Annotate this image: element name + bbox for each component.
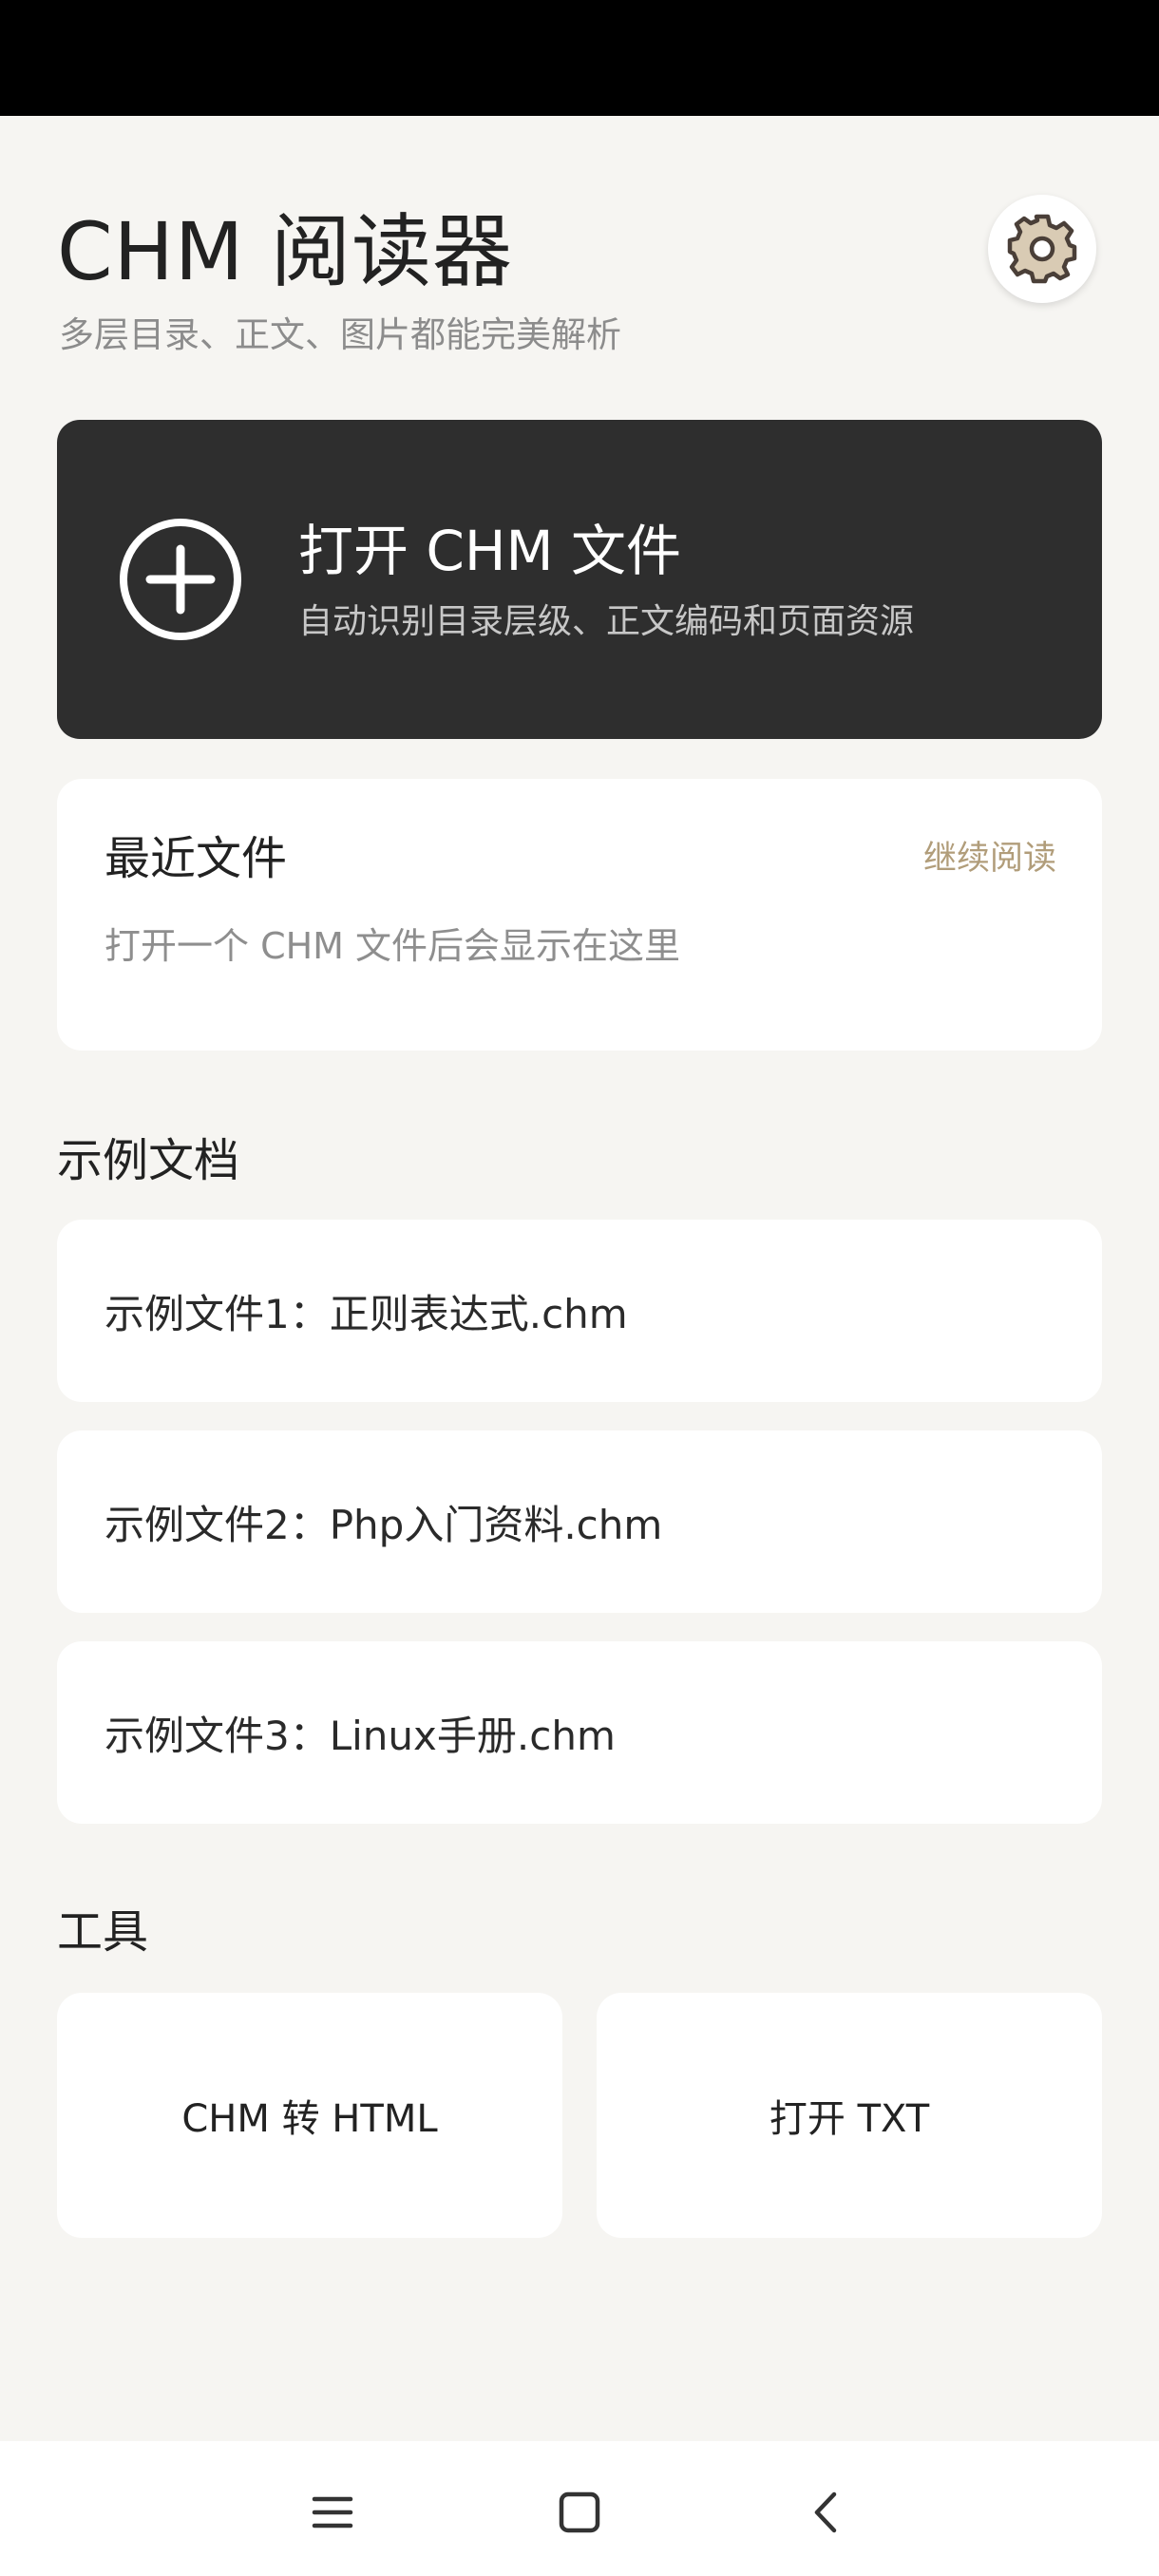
open-card-subtitle: 自动识别目录层级、正文编码和页面资源 (298, 602, 915, 641)
continue-reading-link[interactable]: 继续阅读 (923, 836, 1056, 881)
samples-section-title: 示例文档 (57, 1134, 240, 1187)
home-button[interactable] (537, 2470, 622, 2555)
sample-file-label: 示例文件2：Php入门资料.chm (104, 1501, 663, 1548)
home-icon (559, 2491, 600, 2533)
settings-button[interactable] (988, 195, 1096, 303)
recent-empty-text: 打开一个 CHM 文件后会显示在这里 (104, 925, 681, 967)
menu-icon (312, 2496, 353, 2529)
open-chm-card[interactable]: 打开 CHM 文件 自动识别目录层级、正文编码和页面资源 (57, 420, 1102, 739)
app-subtitle: 多层目录、正文、图片都能完美解析 (59, 314, 621, 355)
open-card-title: 打开 CHM 文件 (298, 519, 682, 583)
back-icon (814, 2491, 837, 2533)
menu-button[interactable] (290, 2470, 375, 2555)
chm-to-html-button[interactable]: CHM 转 HTML (57, 1993, 562, 2238)
sample-file-label: 示例文件1：正则表达式.chm (104, 1290, 628, 1337)
sample-file-label: 示例文件3：Linux手册.chm (104, 1712, 616, 1759)
sample-file-item[interactable]: 示例文件2：Php入门资料.chm (57, 1430, 1102, 1613)
sample-file-item[interactable]: 示例文件1：正则表达式.chm (57, 1220, 1102, 1402)
app-title: CHM 阅读器 (57, 205, 513, 298)
gear-icon (1007, 214, 1077, 284)
status-bar (0, 0, 1159, 116)
recent-files-title: 最近文件 (104, 832, 288, 885)
recent-files-card: 最近文件 继续阅读 打开一个 CHM 文件后会显示在这里 (57, 779, 1102, 1051)
header: CHM 阅读器 多层目录、正文、图片都能完美解析 (57, 199, 1102, 370)
open-txt-button[interactable]: 打开 TXT (597, 1993, 1102, 2238)
plus-circle-icon (120, 519, 241, 640)
back-button[interactable] (784, 2470, 869, 2555)
sample-file-item[interactable]: 示例文件3：Linux手册.chm (57, 1641, 1102, 1824)
navigation-bar (0, 2441, 1159, 2576)
tools-section-title: 工具 (57, 1905, 149, 1959)
